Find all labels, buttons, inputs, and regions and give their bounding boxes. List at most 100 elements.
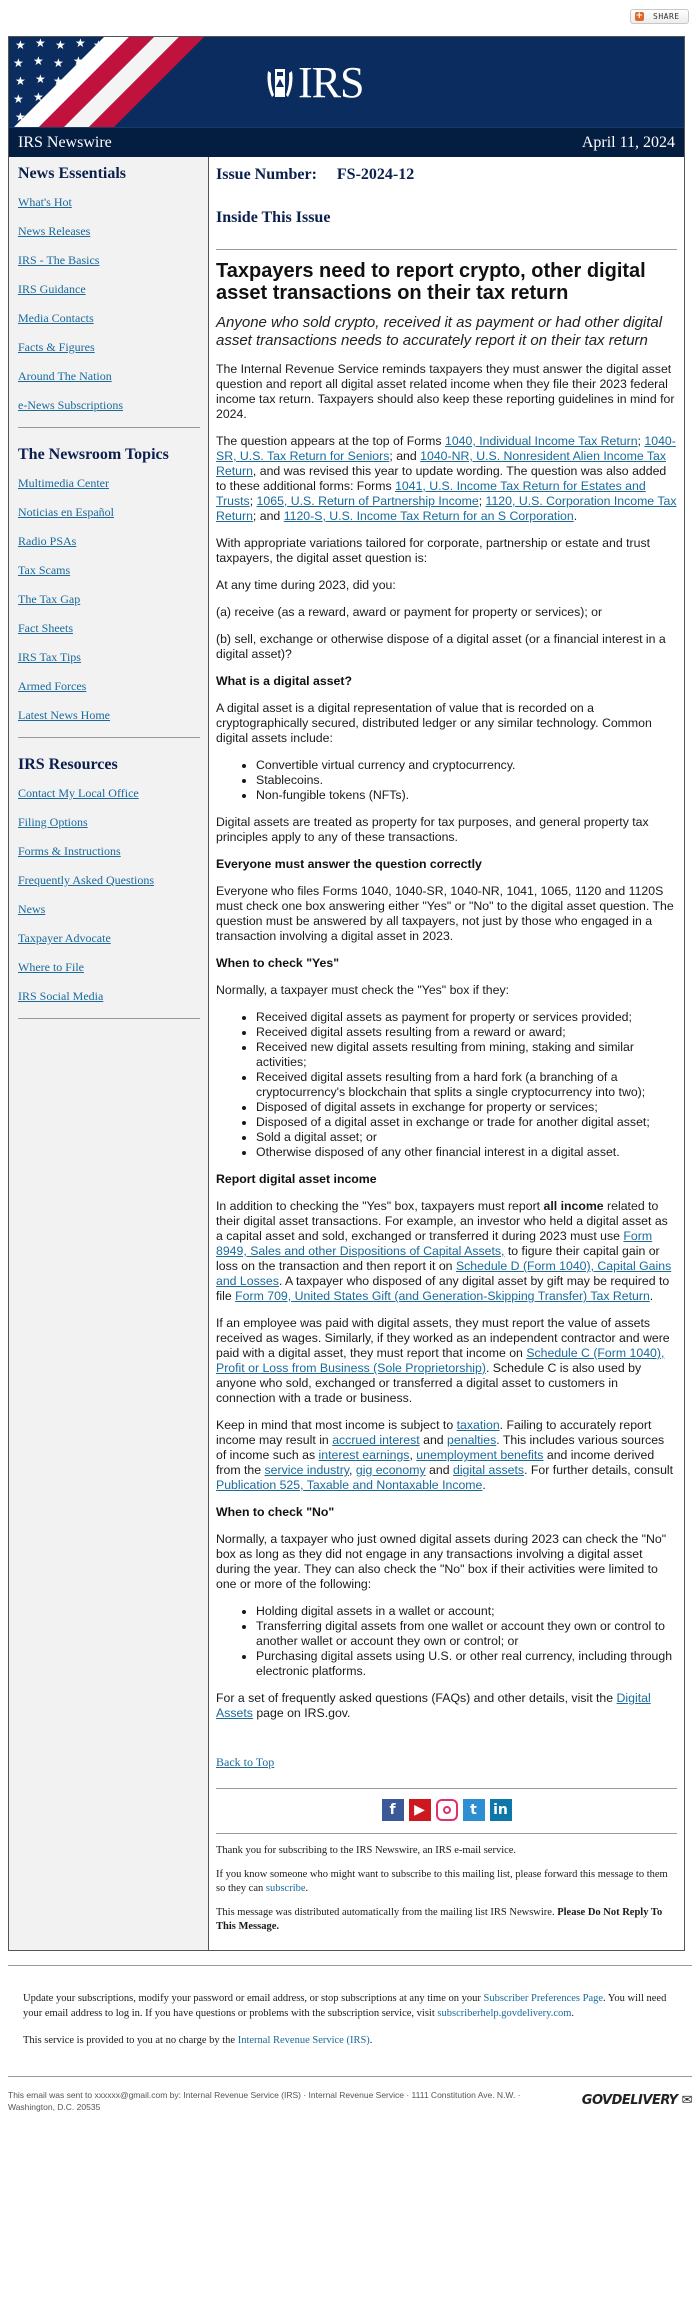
form-1120s-link[interactable]: 1120-S, U.S. Income Tax Return for an S … — [284, 509, 574, 523]
paragraph: The Internal Revenue Service reminds tax… — [216, 362, 675, 421]
form-1065-link[interactable]: 1065, U.S. Return of Partnership Income — [257, 494, 479, 508]
irs-eagle-icon — [267, 69, 293, 97]
sidebar-link[interactable]: Forms & Instructions — [18, 844, 200, 859]
subscriber-preferences-link[interactable]: Subscriber Preferences Page — [483, 1993, 603, 2004]
interest-earnings-link[interactable]: interest earnings — [319, 1448, 410, 1462]
paragraph: A digital asset is a digital representat… — [216, 701, 652, 745]
linkedin-icon[interactable]: in — [489, 1799, 512, 1821]
thanks-note: Thank you for subscribing to the IRS New… — [216, 1845, 517, 1856]
digital-assets-link[interactable]: digital assets — [453, 1463, 524, 1477]
flag-graphic: ★ ★ ★ ★ ★ ★ ★ ★ ★ ★ ★ ★ ★ ★ ★ — [9, 37, 204, 127]
sidebar-link[interactable]: IRS Guidance — [18, 282, 200, 297]
sidebar-link[interactable]: Noticias en Español — [18, 505, 200, 520]
sidebar-heading-newsroom-topics: The Newsroom Topics — [18, 446, 169, 463]
subscribe-link[interactable]: subscribe — [266, 1883, 306, 1894]
irs-link[interactable]: Internal Revenue Service (IRS) — [238, 2035, 370, 2046]
service-industry-link[interactable]: service industry — [265, 1463, 350, 1477]
sidebar-link[interactable]: Tax Scams — [18, 563, 200, 578]
taxation-link[interactable]: taxation — [457, 1418, 500, 1432]
sidebar-link[interactable]: Radio PSAs — [18, 534, 200, 549]
form-709-link[interactable]: Form 709, United States Gift (and Genera… — [235, 1289, 650, 1303]
list-item: Purchasing digital assets using U.S. or … — [256, 1649, 677, 1679]
paragraph: Digital assets are treated as property f… — [216, 815, 649, 844]
sidebar-link[interactable]: What's Hot — [18, 195, 200, 210]
sidebar-link[interactable]: Latest News Home — [18, 708, 200, 723]
list-item: Sold a digital asset; or — [256, 1130, 677, 1145]
sidebar-link[interactable]: Around The Nation — [18, 369, 200, 384]
sidebar-link[interactable]: Fact Sheets — [18, 621, 200, 636]
paragraph: Everyone who files Forms 1040, 1040-SR, … — [216, 884, 674, 943]
article: Taxpayers need to report crypto, other d… — [216, 260, 677, 1721]
unemployment-benefits-link[interactable]: unemployment benefits — [416, 1448, 543, 1462]
issue-label: Issue Number: — [216, 166, 317, 183]
subscriberhelp-link[interactable]: subscriberhelp.govdelivery.com — [437, 2008, 571, 2019]
paragraph: The question appears at the top of Forms… — [216, 434, 677, 523]
paragraph: With appropriate variations tailored for… — [216, 536, 651, 565]
svg-text:★: ★ — [53, 56, 64, 70]
instagram-icon[interactable] — [435, 1799, 458, 1821]
sidebar-link[interactable]: Armed Forces — [18, 679, 200, 694]
paragraph: Normally, a taxpayer who just owned digi… — [216, 1532, 667, 1591]
sidebar-link[interactable]: Contact My Local Office — [18, 786, 200, 801]
sidebar-divider — [18, 737, 200, 738]
facebook-icon[interactable]: f — [381, 1799, 404, 1821]
sidebar-link[interactable]: Filing Options — [18, 815, 200, 830]
form-1040-link[interactable]: 1040, Individual Income Tax Return — [445, 434, 638, 448]
sidebar-link[interactable]: Media Contacts — [18, 311, 200, 326]
forward-note: If you know someone who might want to su… — [216, 1869, 668, 1894]
sidebar-heading-irs-resources: IRS Resources — [18, 756, 118, 773]
govdelivery-logo[interactable]: GOVDELIVERY ✉ — [582, 2093, 693, 2108]
section-heading: Report digital asset income — [216, 1172, 377, 1186]
accrued-interest-link[interactable]: accrued interest — [332, 1433, 420, 1447]
paragraph: In addition to checking the "Yes" box, t… — [216, 1199, 672, 1303]
back-to-top-link[interactable]: Back to Top — [216, 1755, 274, 1770]
sidebar-link[interactable]: Taxpayer Advocate — [18, 931, 200, 946]
header-banner: ★ ★ ★ ★ ★ ★ ★ ★ ★ ★ ★ ★ ★ ★ ★ IRS — [9, 37, 684, 127]
issue-number: Issue Number: FS-2024-12 — [216, 166, 677, 184]
svg-text:★: ★ — [15, 38, 26, 52]
sidebar-link[interactable]: IRS - The Basics — [18, 253, 200, 268]
list-item: Disposed of digital assets in exchange f… — [256, 1100, 677, 1115]
sidebar-link[interactable]: e-News Subscriptions — [18, 398, 200, 413]
sidebar-link[interactable]: Frequently Asked Questions — [18, 873, 200, 888]
sidebar-heading-news-essentials: News Essentials — [18, 165, 127, 182]
sidebar-divider — [18, 1018, 200, 1019]
paragraph: For a set of frequently asked questions … — [216, 1691, 651, 1720]
share-label: SHARE — [653, 12, 680, 21]
newsletter-container: ★ ★ ★ ★ ★ ★ ★ ★ ★ ★ ★ ★ ★ ★ ★ IRS IRS Newswire Apr… — [8, 36, 685, 1951]
share-button[interactable]: + SHARE — [630, 9, 689, 24]
sidebar-link[interactable]: News Releases — [18, 224, 200, 239]
assets-list: Convertible virtual currency and cryptoc… — [216, 758, 677, 803]
svg-text:★: ★ — [15, 74, 26, 88]
section-heading: What is a digital asset? — [216, 674, 352, 688]
sidebar-divider — [18, 427, 200, 428]
divider — [216, 1788, 677, 1789]
issue-date: April 11, 2024 — [581, 133, 675, 151]
sidebar-link[interactable]: News — [18, 902, 200, 917]
gig-economy-link[interactable]: gig economy — [356, 1463, 426, 1477]
section-heading: When to check "No" — [216, 1505, 335, 1519]
svg-text:★: ★ — [35, 72, 46, 86]
sidebar-link[interactable]: Facts & Figures — [18, 340, 200, 355]
inside-this-issue-heading: Inside This Issue — [216, 209, 331, 226]
section-heading: When to check "Yes" — [216, 956, 340, 970]
sidebar-link[interactable]: Multimedia Center — [18, 476, 200, 491]
sidebar-link[interactable]: IRS Tax Tips — [18, 650, 200, 665]
svg-text:★: ★ — [75, 37, 86, 50]
sidebar-link[interactable]: IRS Social Media — [18, 989, 200, 1004]
youtube-icon[interactable]: ▶ — [408, 1799, 431, 1821]
penalties-link[interactable]: penalties — [447, 1433, 496, 1447]
sidebar-link[interactable]: Where to File — [18, 960, 200, 975]
svg-text:★: ★ — [55, 38, 66, 52]
twitter-icon[interactable]: t — [462, 1799, 485, 1821]
sidebar-link[interactable]: The Tax Gap — [18, 592, 200, 607]
publication-525-link[interactable]: Publication 525, Taxable and Nontaxable … — [216, 1478, 482, 1492]
svg-text:★: ★ — [35, 37, 46, 50]
auto-note: This message was distributed automatical… — [216, 1907, 663, 1932]
list-item: Transferring digital assets from one wal… — [256, 1619, 677, 1649]
sender-address: This email was sent to xxxxxx@gmail.com … — [8, 2090, 521, 2112]
irs-logo-text: IRS — [298, 58, 364, 107]
divider — [216, 249, 677, 250]
paragraph: (b) sell, exchange or otherwise dispose … — [216, 632, 666, 661]
list-item: Received digital assets as payment for p… — [256, 1010, 677, 1025]
